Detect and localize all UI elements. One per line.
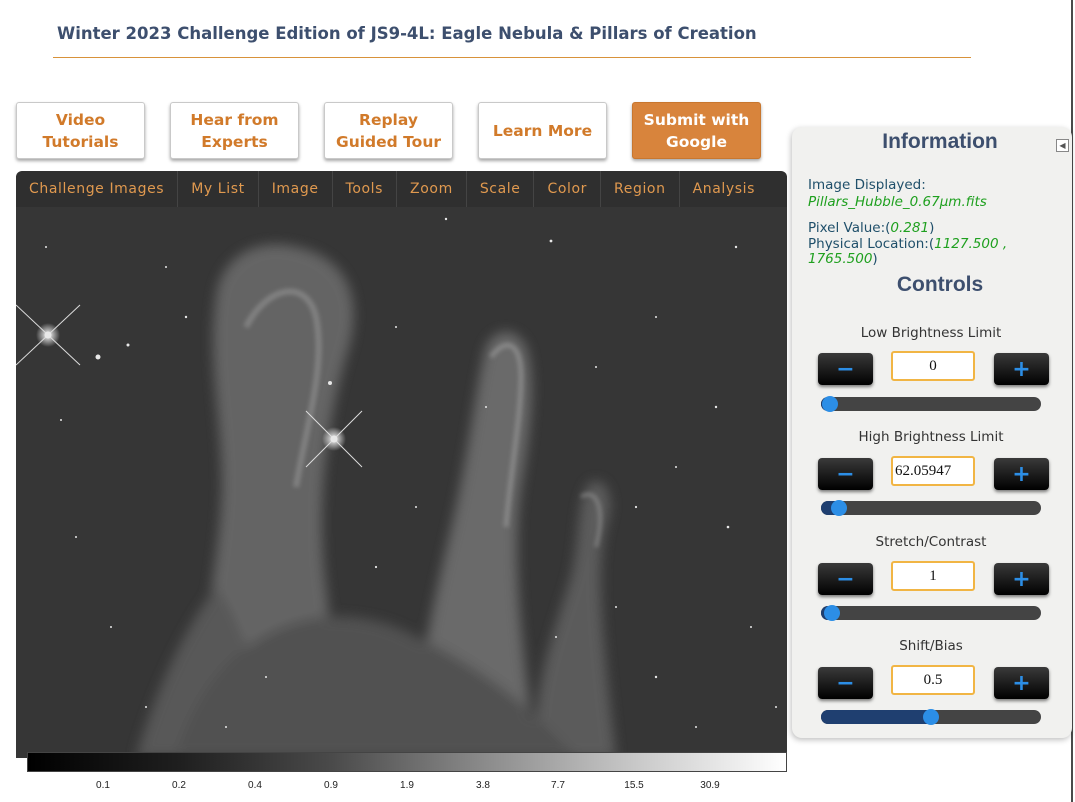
menu-scale[interactable]: Scale — [467, 171, 535, 207]
submit-with-google-button[interactable]: Submit with Google — [632, 102, 761, 159]
learn-more-button[interactable]: Learn More — [478, 102, 607, 159]
physical-location-line: Physical Location:(1127.500 , — [808, 236, 1007, 252]
stretch-contrast-slider[interactable] — [821, 605, 1041, 621]
physical-location-value-2: 1765.500 — [808, 251, 873, 267]
menu-analysis[interactable]: Analysis — [680, 171, 768, 207]
menu-color[interactable]: Color — [534, 171, 602, 207]
colorbar-tick: 1.9 — [400, 780, 414, 791]
video-tutorials-button[interactable]: Video Tutorials — [16, 102, 145, 159]
slider-thumb[interactable] — [821, 396, 838, 412]
hear-from-experts-button[interactable]: Hear from Experts — [170, 102, 299, 159]
pixel-value-label: Pixel Value:( — [808, 220, 891, 236]
colorbar: 0.1 0.2 0.4 0.9 1.9 3.8 7.7 15.5 30.9 — [27, 752, 787, 802]
high-brightness-minus-button[interactable]: − — [818, 458, 873, 490]
colorbar-gradient — [27, 752, 787, 772]
low-brightness-label: Low Brightness Limit — [860, 325, 1002, 341]
colorbar-tick: 7.7 — [551, 780, 565, 791]
colorbar-tick: 30.9 — [700, 780, 720, 791]
colorbar-tick: 3.8 — [476, 780, 490, 791]
stretch-contrast-label: Stretch/Contrast — [875, 534, 987, 550]
stretch-contrast-minus-button[interactable]: − — [818, 563, 873, 595]
colorbar-tick: 15.5 — [624, 780, 644, 791]
pixel-value-line: Pixel Value:(0.281) — [808, 220, 934, 236]
high-brightness-label: High Brightness Limit — [858, 429, 1004, 445]
low-brightness-plus-button[interactable]: + — [994, 353, 1049, 385]
shift-bias-minus-button[interactable]: − — [818, 667, 873, 699]
controls-heading: Controls — [896, 273, 984, 296]
stretch-contrast-input[interactable] — [891, 561, 975, 591]
colorbar-tick: 0.9 — [324, 780, 338, 791]
pixel-value-close: ) — [929, 220, 935, 236]
slider-thumb[interactable] — [923, 709, 939, 725]
physical-location-close: ) — [872, 251, 878, 267]
replay-guided-tour-button[interactable]: Replay Guided Tour — [324, 102, 453, 159]
information-heading: Information — [882, 130, 998, 153]
stretch-contrast-plus-button[interactable]: + — [994, 563, 1049, 595]
low-brightness-input[interactable] — [891, 351, 975, 381]
menu-my-list[interactable]: My List — [178, 171, 259, 207]
viewer-menubar: Challenge Images My List Image Tools Zoo… — [16, 171, 787, 207]
slider-thumb[interactable] — [830, 500, 847, 516]
nebula-image — [16, 207, 787, 758]
high-brightness-plus-button[interactable]: + — [994, 458, 1049, 490]
low-brightness-slider[interactable] — [821, 396, 1041, 412]
slider-thumb[interactable] — [824, 605, 840, 621]
colorbar-tick: 0.1 — [96, 780, 110, 791]
menu-challenge-images[interactable]: Challenge Images — [16, 171, 179, 207]
image-displayed-label: Image Displayed: — [808, 177, 926, 193]
low-brightness-minus-button[interactable]: − — [818, 353, 873, 385]
menu-region[interactable]: Region — [601, 171, 680, 207]
physical-location-line-2: 1765.500) — [808, 251, 878, 267]
shift-bias-label: Shift/Bias — [899, 638, 963, 654]
colorbar-tick: 0.2 — [172, 780, 186, 791]
physical-location-value-1: 1127.500 , — [934, 236, 1008, 252]
colorbar-tick: 0.4 — [248, 780, 262, 791]
page-title: Winter 2023 Challenge Edition of JS9-4L:… — [57, 24, 757, 43]
high-brightness-input[interactable] — [891, 456, 975, 486]
shift-bias-plus-button[interactable]: + — [994, 667, 1049, 699]
menu-tools[interactable]: Tools — [333, 171, 398, 207]
title-divider — [53, 57, 971, 58]
high-brightness-slider[interactable] — [821, 500, 1041, 516]
menu-zoom[interactable]: Zoom — [397, 171, 467, 207]
pixel-value: 0.281 — [890, 220, 930, 236]
shift-bias-slider[interactable] — [821, 709, 1041, 725]
shift-bias-input[interactable] — [891, 665, 975, 695]
image-displayed-value: Pillars_Hubble_0.67μm.fits — [808, 194, 987, 210]
physical-location-label: Physical Location:( — [808, 236, 935, 252]
image-viewer-canvas[interactable] — [16, 207, 787, 758]
menu-image[interactable]: Image — [259, 171, 333, 207]
slider-fill — [821, 710, 931, 724]
